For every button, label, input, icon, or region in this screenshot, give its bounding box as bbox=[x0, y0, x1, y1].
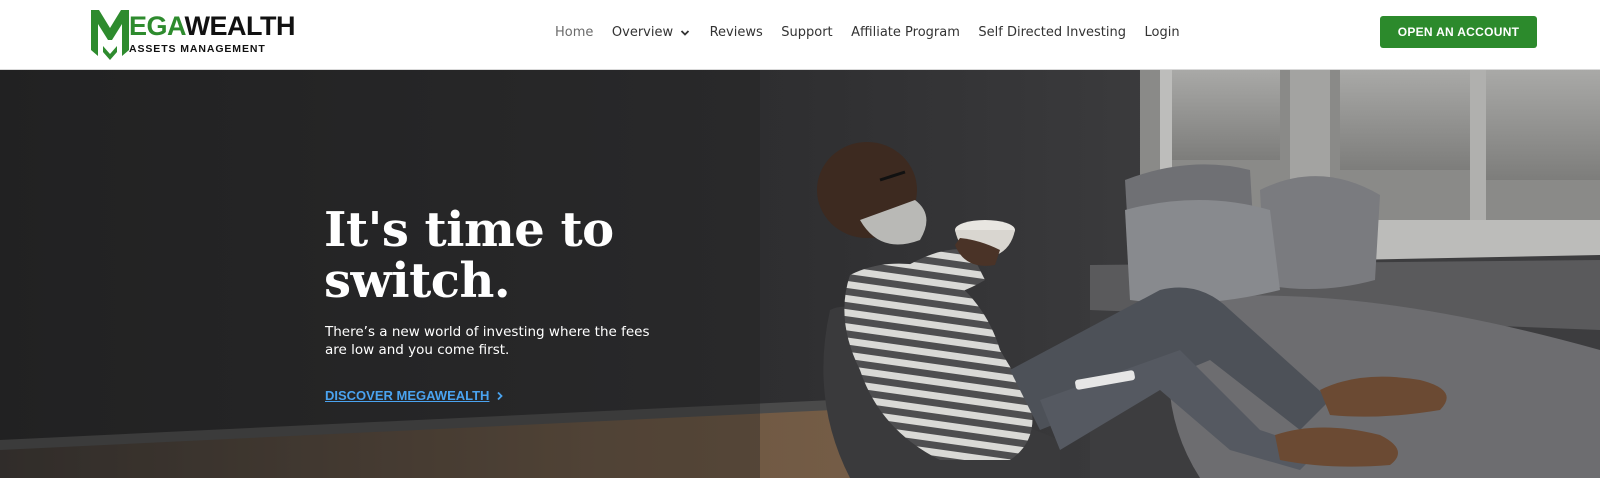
open-account-button[interactable]: OPEN AN ACCOUNT bbox=[1380, 16, 1537, 48]
chevron-down-icon bbox=[680, 29, 690, 36]
nav-reviews-label: Reviews bbox=[709, 25, 763, 40]
nav-login-label: Login bbox=[1144, 25, 1180, 40]
nav-overview[interactable]: Overview bbox=[612, 25, 691, 40]
logo-word-black: WEALTH bbox=[184, 11, 296, 41]
logo-tagline: ASSETS MANAGEMENT bbox=[129, 43, 266, 55]
nav-self-directed-investing-label: Self Directed Investing bbox=[978, 25, 1127, 40]
nav-login[interactable]: Login bbox=[1145, 25, 1180, 40]
nav-home-label: Home bbox=[555, 25, 594, 40]
hero-section: It's time to switch. There’s a new world… bbox=[0, 70, 1600, 478]
site-header: EGAWEALTH ASSETS MANAGEMENT Home Overvie… bbox=[0, 0, 1600, 70]
hero-background-image bbox=[0, 70, 1600, 478]
nav-overview-label: Overview bbox=[611, 25, 674, 40]
hero-subtitle: There’s a new world of investing where t… bbox=[325, 324, 650, 358]
logo-word-green: EGA bbox=[129, 11, 185, 41]
nav-self-directed-investing[interactable]: Self Directed Investing bbox=[978, 25, 1126, 40]
nav-support-label: Support bbox=[781, 25, 833, 40]
megawealth-logo[interactable]: EGAWEALTH ASSETS MANAGEMENT bbox=[89, 6, 296, 60]
nav-home[interactable]: Home bbox=[555, 25, 593, 40]
discover-megawealth-label: DISCOVER MEGAWEALTH bbox=[325, 388, 490, 403]
chevron-right-icon bbox=[497, 391, 504, 400]
nav-support[interactable]: Support bbox=[781, 25, 832, 40]
nav-reviews[interactable]: Reviews bbox=[710, 25, 763, 40]
nav-affiliate-program[interactable]: Affiliate Program bbox=[851, 25, 960, 40]
discover-megawealth-link[interactable]: DISCOVER MEGAWEALTH bbox=[325, 388, 505, 403]
logo-m-emblem bbox=[91, 10, 129, 60]
main-nav: Home Overview Reviews Support Affiliate … bbox=[555, 0, 1198, 65]
logo-wordmark: EGAWEALTH bbox=[129, 11, 296, 41]
hero-title: It's time to switch. bbox=[324, 202, 614, 309]
nav-affiliate-program-label: Affiliate Program bbox=[851, 25, 960, 40]
